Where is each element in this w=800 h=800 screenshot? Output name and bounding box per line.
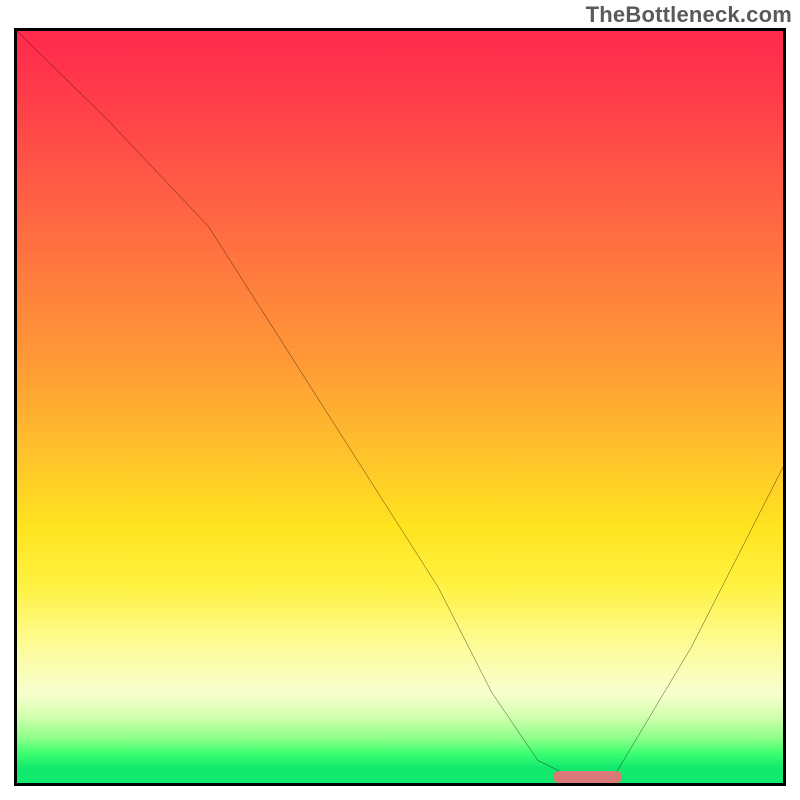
bottleneck-curve [17, 31, 783, 783]
chart-canvas: TheBottleneck.com [0, 0, 800, 800]
optimal-range-marker [553, 771, 622, 783]
watermark-text: TheBottleneck.com [586, 2, 792, 28]
curve-path [17, 31, 783, 775]
plot-area [14, 28, 786, 786]
